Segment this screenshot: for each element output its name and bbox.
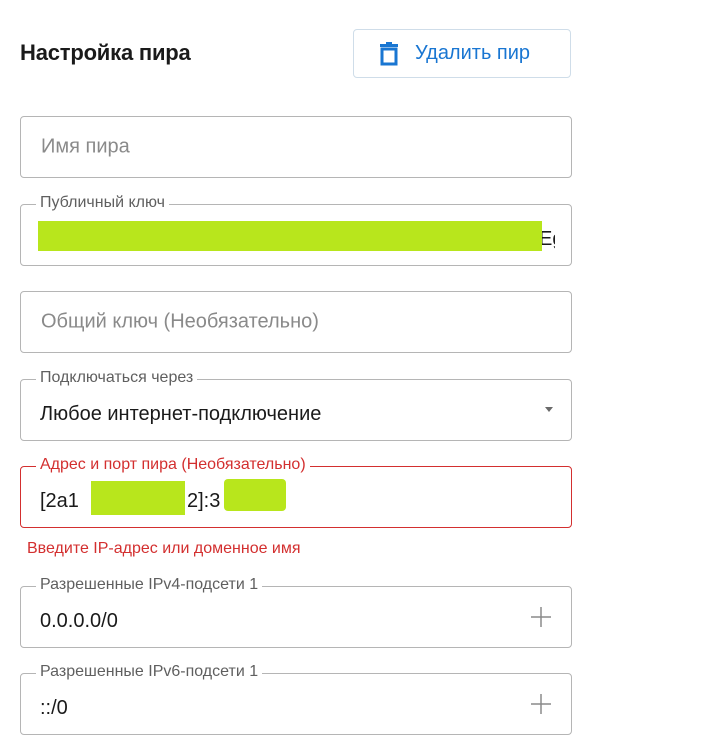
ipv6-subnet-value: ::/0	[40, 697, 68, 719]
delete-peer-button[interactable]: Удалить пир	[353, 29, 571, 78]
connect-via-select[interactable]: Подключаться через Любое интернет-подклю…	[20, 369, 572, 441]
ipv6-subnet-label: Разрешенные IPv6-подсети 1	[36, 663, 263, 681]
plus-icon[interactable]	[530, 606, 552, 628]
plus-icon[interactable]	[530, 693, 552, 715]
ipv4-subnet-value: 0.0.0.0/0	[40, 610, 118, 632]
public-key-label: Публичный ключ	[36, 194, 169, 212]
connect-via-value: Любое интернет-подключение	[40, 403, 322, 425]
trash-icon	[379, 41, 399, 66]
preshared-key-placeholder: Общий ключ (Необязательно)	[41, 310, 319, 333]
peer-name-placeholder: Имя пира	[41, 135, 130, 158]
public-key-input[interactable]: Публичный ключ Eg	[20, 194, 572, 266]
ipv4-subnet-input[interactable]: Разрешенные IPv4-подсети 1 0.0.0.0/0	[20, 576, 572, 648]
chevron-down-icon	[545, 407, 553, 412]
endpoint-value-start: [2a1	[40, 490, 79, 512]
ipv6-subnet-input[interactable]: Разрешенные IPv6-подсети 1 ::/0	[20, 663, 572, 735]
redaction-mark	[38, 221, 542, 251]
peer-name-input[interactable]: Имя пира	[20, 116, 572, 178]
redaction-mark	[224, 479, 286, 511]
endpoint-label: Адрес и порт пира (Необязательно)	[36, 456, 310, 474]
endpoint-error-text: Введите IP-адрес или доменное имя	[27, 540, 301, 557]
preshared-key-input[interactable]: Общий ключ (Необязательно)	[20, 291, 572, 353]
peer-settings-page: Настройка пира Удалить пир Имя пира Публ…	[0, 0, 723, 750]
page-title: Настройка пира	[20, 40, 191, 65]
delete-peer-label: Удалить пир	[415, 42, 531, 64]
endpoint-input[interactable]: Адрес и порт пира (Необязательно) [2a1 2…	[20, 456, 572, 528]
endpoint-value-mid: 2]:3	[187, 490, 221, 512]
redaction-mark	[91, 481, 185, 515]
connect-via-label: Подключаться через	[36, 369, 198, 387]
ipv4-subnet-label: Разрешенные IPv4-подсети 1	[36, 576, 263, 594]
